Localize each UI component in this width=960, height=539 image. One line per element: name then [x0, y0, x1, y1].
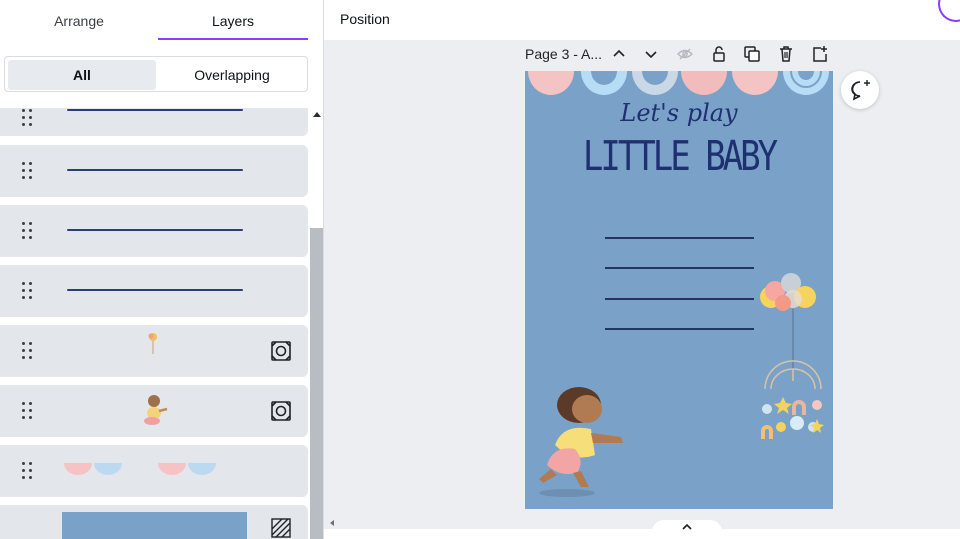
panel-tabs: Arrange Layers: [0, 0, 323, 42]
page-title[interactable]: Page 3 - A...: [525, 46, 602, 62]
layer-item-line[interactable]: [0, 265, 308, 317]
writing-line[interactable]: [605, 298, 754, 300]
drag-handle-icon[interactable]: [22, 222, 34, 240]
line-thumbnail: [67, 109, 243, 111]
tab-layers[interactable]: Layers: [158, 0, 308, 42]
layer-filter-toggle: All Overlapping: [4, 56, 308, 92]
context-toolbar: Position: [324, 0, 960, 40]
drag-handle-icon[interactable]: [22, 342, 34, 360]
layers-panel: Arrange Layers All Overlapping: [0, 0, 324, 539]
add-comment-button[interactable]: [841, 71, 879, 109]
transparency-icon[interactable]: [270, 517, 292, 539]
balloon-thumbnail: [148, 333, 157, 354]
trash-icon[interactable]: [776, 44, 796, 64]
filter-overlapping-button[interactable]: Overlapping: [158, 60, 306, 90]
comment-icon: [851, 80, 870, 101]
chevron-down-icon[interactable]: [641, 44, 661, 64]
drag-handle-icon[interactable]: [22, 402, 34, 420]
chevron-up-icon[interactable]: [609, 44, 629, 64]
writing-line[interactable]: [605, 237, 754, 239]
layer-item-arches-graphic[interactable]: [0, 445, 308, 497]
lock-icon[interactable]: [709, 44, 729, 64]
drag-handle-icon[interactable]: [22, 162, 34, 180]
writing-line[interactable]: [605, 267, 754, 269]
layer-item-balloon-graphic[interactable]: [0, 325, 308, 377]
layer-item-baby-graphic[interactable]: [0, 385, 308, 437]
script-heading[interactable]: Let's play: [525, 99, 833, 127]
layer-item-line[interactable]: [0, 205, 308, 257]
bg-remove-icon[interactable]: [270, 340, 292, 362]
page-toolbar: Page 3 - A...: [525, 42, 835, 68]
main-heading[interactable]: LITTLE BABY: [525, 133, 833, 181]
scroll-left-arrow-icon[interactable]: [330, 520, 334, 526]
layer-item-line[interactable]: [0, 145, 308, 197]
layer-item-background[interactable]: [0, 505, 308, 539]
tab-arrange[interactable]: Arrange: [0, 0, 158, 42]
filter-all-button[interactable]: All: [8, 60, 156, 90]
baby-illustration[interactable]: [533, 383, 633, 499]
line-thumbnail: [67, 289, 243, 291]
hide-icon[interactable]: [675, 44, 695, 64]
layer-list: [0, 108, 310, 539]
expand-pages-button[interactable]: [652, 520, 722, 539]
drag-handle-icon[interactable]: [22, 462, 34, 480]
drag-handle-icon[interactable]: [22, 282, 34, 300]
line-thumbnail: [67, 229, 243, 231]
active-tab-indicator: [158, 38, 308, 40]
add-page-icon[interactable]: [810, 44, 830, 64]
arches-decoration: [528, 71, 829, 95]
scroll-up-arrow-icon[interactable]: [313, 112, 321, 117]
chevron-up-icon: [682, 523, 692, 530]
drag-handle-icon[interactable]: [22, 109, 34, 127]
baby-thumbnail: [144, 395, 168, 425]
balloon-mobile-illustration[interactable]: [757, 269, 825, 447]
bottom-panel-edge: [324, 529, 960, 539]
bg-remove-icon[interactable]: [270, 400, 292, 422]
background-thumbnail: [62, 512, 247, 539]
design-page[interactable]: Let's play LITTLE BABY: [525, 71, 833, 509]
layers-scrollbar-thumb[interactable]: [310, 228, 323, 539]
position-button[interactable]: Position: [340, 0, 390, 38]
writing-line[interactable]: [605, 328, 754, 330]
duplicate-icon[interactable]: [742, 44, 762, 64]
layer-item-line[interactable]: [0, 108, 308, 136]
line-thumbnail: [67, 169, 243, 171]
arches-thumbnail: [64, 463, 216, 475]
